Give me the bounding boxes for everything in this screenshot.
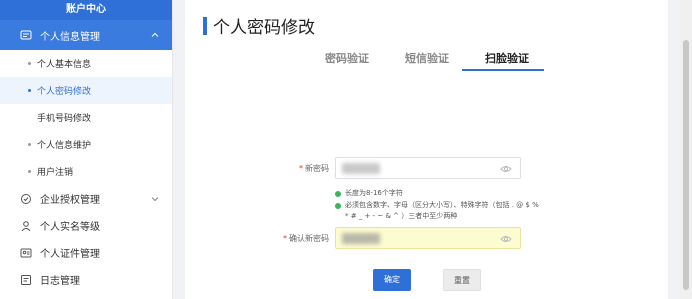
sidebar-item-label: 个人基本信息 xyxy=(37,60,92,70)
sidebar-group-personal-info[interactable]: 个人信息管理 xyxy=(0,20,172,50)
bullet-dot-icon xyxy=(28,143,31,146)
rule-length: 长度为8-16个字符 xyxy=(335,189,403,198)
rule-chars: 必须包含数字、字母（区分大小写）、特殊字符（包括 . @ $ % xyxy=(335,201,539,210)
rule-text: * # _ + - ~ & ^ ）三者中至少两种 xyxy=(345,212,458,220)
sidebar-header: 账户中心 xyxy=(0,0,172,20)
tab-face-verify[interactable]: 扫脸验证 xyxy=(485,50,529,66)
sidebar-group-label: 个人实名等级 xyxy=(40,222,100,233)
sidebar-group-id-docs[interactable]: 个人证件管理 xyxy=(0,239,172,266)
sidebar-item-account-cancel[interactable]: 用户注销 xyxy=(0,158,172,185)
masked-value xyxy=(342,163,380,174)
check-dot-icon xyxy=(335,191,341,197)
sidebar-item-label: 手机号码修改 xyxy=(37,114,92,124)
bullet-dot-icon xyxy=(28,89,31,92)
sidebar: 账户中心 个人信息管理 个人基本信息 个人密码修改 手机号码修改 个人信息维护 … xyxy=(0,0,173,299)
chevron-up-icon xyxy=(150,30,160,40)
bullet-dot-icon xyxy=(28,62,31,65)
bullet-dot-icon xyxy=(28,170,31,173)
tab-sms-verify[interactable]: 短信验证 xyxy=(405,50,449,66)
active-tab-underline xyxy=(462,69,544,71)
rule-text: 必须包含数字、字母（区分大小写）、特殊字符（包括 . @ $ % xyxy=(345,201,539,209)
sidebar-item-basic-info[interactable]: 个人基本信息 xyxy=(0,50,172,77)
user-card-icon xyxy=(20,29,32,41)
sidebar-item-label: 个人密码修改 xyxy=(37,87,92,97)
sidebar-group-logs[interactable]: 日志管理 xyxy=(0,266,172,293)
chevron-down-icon xyxy=(150,194,160,204)
required-mark: * xyxy=(283,234,287,243)
new-password-input[interactable] xyxy=(335,157,521,179)
main-panel: 个人密码修改 密码验证 短信验证 扫脸验证 * 新密码 长度为8-16个字符 必须… xyxy=(185,0,668,299)
title-accent-bar xyxy=(203,17,207,35)
sidebar-item-phone-change[interactable]: 手机号码修改 xyxy=(0,104,172,131)
log-icon xyxy=(20,274,32,286)
sidebar-item-info-maintenance[interactable]: 个人信息维护 xyxy=(0,131,172,158)
rule-text: 长度为8-16个字符 xyxy=(345,189,403,197)
check-dot-icon xyxy=(335,203,341,209)
sidebar-item-password-change[interactable]: 个人密码修改 xyxy=(0,77,172,104)
rule-chars-cont: * # _ + - ~ & ^ ）三者中至少两种 xyxy=(345,212,457,221)
label-text: 确认新密码 xyxy=(289,234,329,243)
page-title: 个人密码修改 xyxy=(213,18,315,38)
label-text: 新密码 xyxy=(305,164,329,173)
person-icon xyxy=(20,220,32,232)
sidebar-group-label: 个人信息管理 xyxy=(40,31,100,43)
tab-password-verify[interactable]: 密码验证 xyxy=(325,50,369,66)
vertical-scrollbar[interactable] xyxy=(680,0,692,299)
verification-tabs: 密码验证 短信验证 扫脸验证 xyxy=(300,50,550,74)
scrollbar-thumb[interactable] xyxy=(683,40,689,290)
masked-value xyxy=(342,233,380,244)
confirm-password-label: * 确认新密码 xyxy=(277,233,329,244)
confirm-password-input[interactable] xyxy=(335,227,521,249)
shield-check-icon xyxy=(20,193,32,205)
sidebar-group-label: 日志管理 xyxy=(40,276,80,287)
sidebar-item-label: 用户注销 xyxy=(37,168,74,178)
sidebar-group-realname-level[interactable]: 个人实名等级 xyxy=(0,212,172,239)
sidebar-item-label: 个人信息维护 xyxy=(37,141,92,151)
eye-icon[interactable] xyxy=(500,163,512,175)
reset-button[interactable]: 重置 xyxy=(443,269,481,291)
id-card-icon xyxy=(20,247,32,259)
sidebar-group-label: 个人证件管理 xyxy=(40,249,100,260)
eye-icon[interactable] xyxy=(500,233,512,245)
sidebar-group-label: 企业授权管理 xyxy=(40,195,100,206)
confirm-button[interactable]: 确定 xyxy=(373,269,411,291)
new-password-label: * 新密码 xyxy=(285,163,329,174)
required-mark: * xyxy=(299,164,303,173)
sidebar-group-enterprise-auth[interactable]: 企业授权管理 xyxy=(0,185,172,212)
